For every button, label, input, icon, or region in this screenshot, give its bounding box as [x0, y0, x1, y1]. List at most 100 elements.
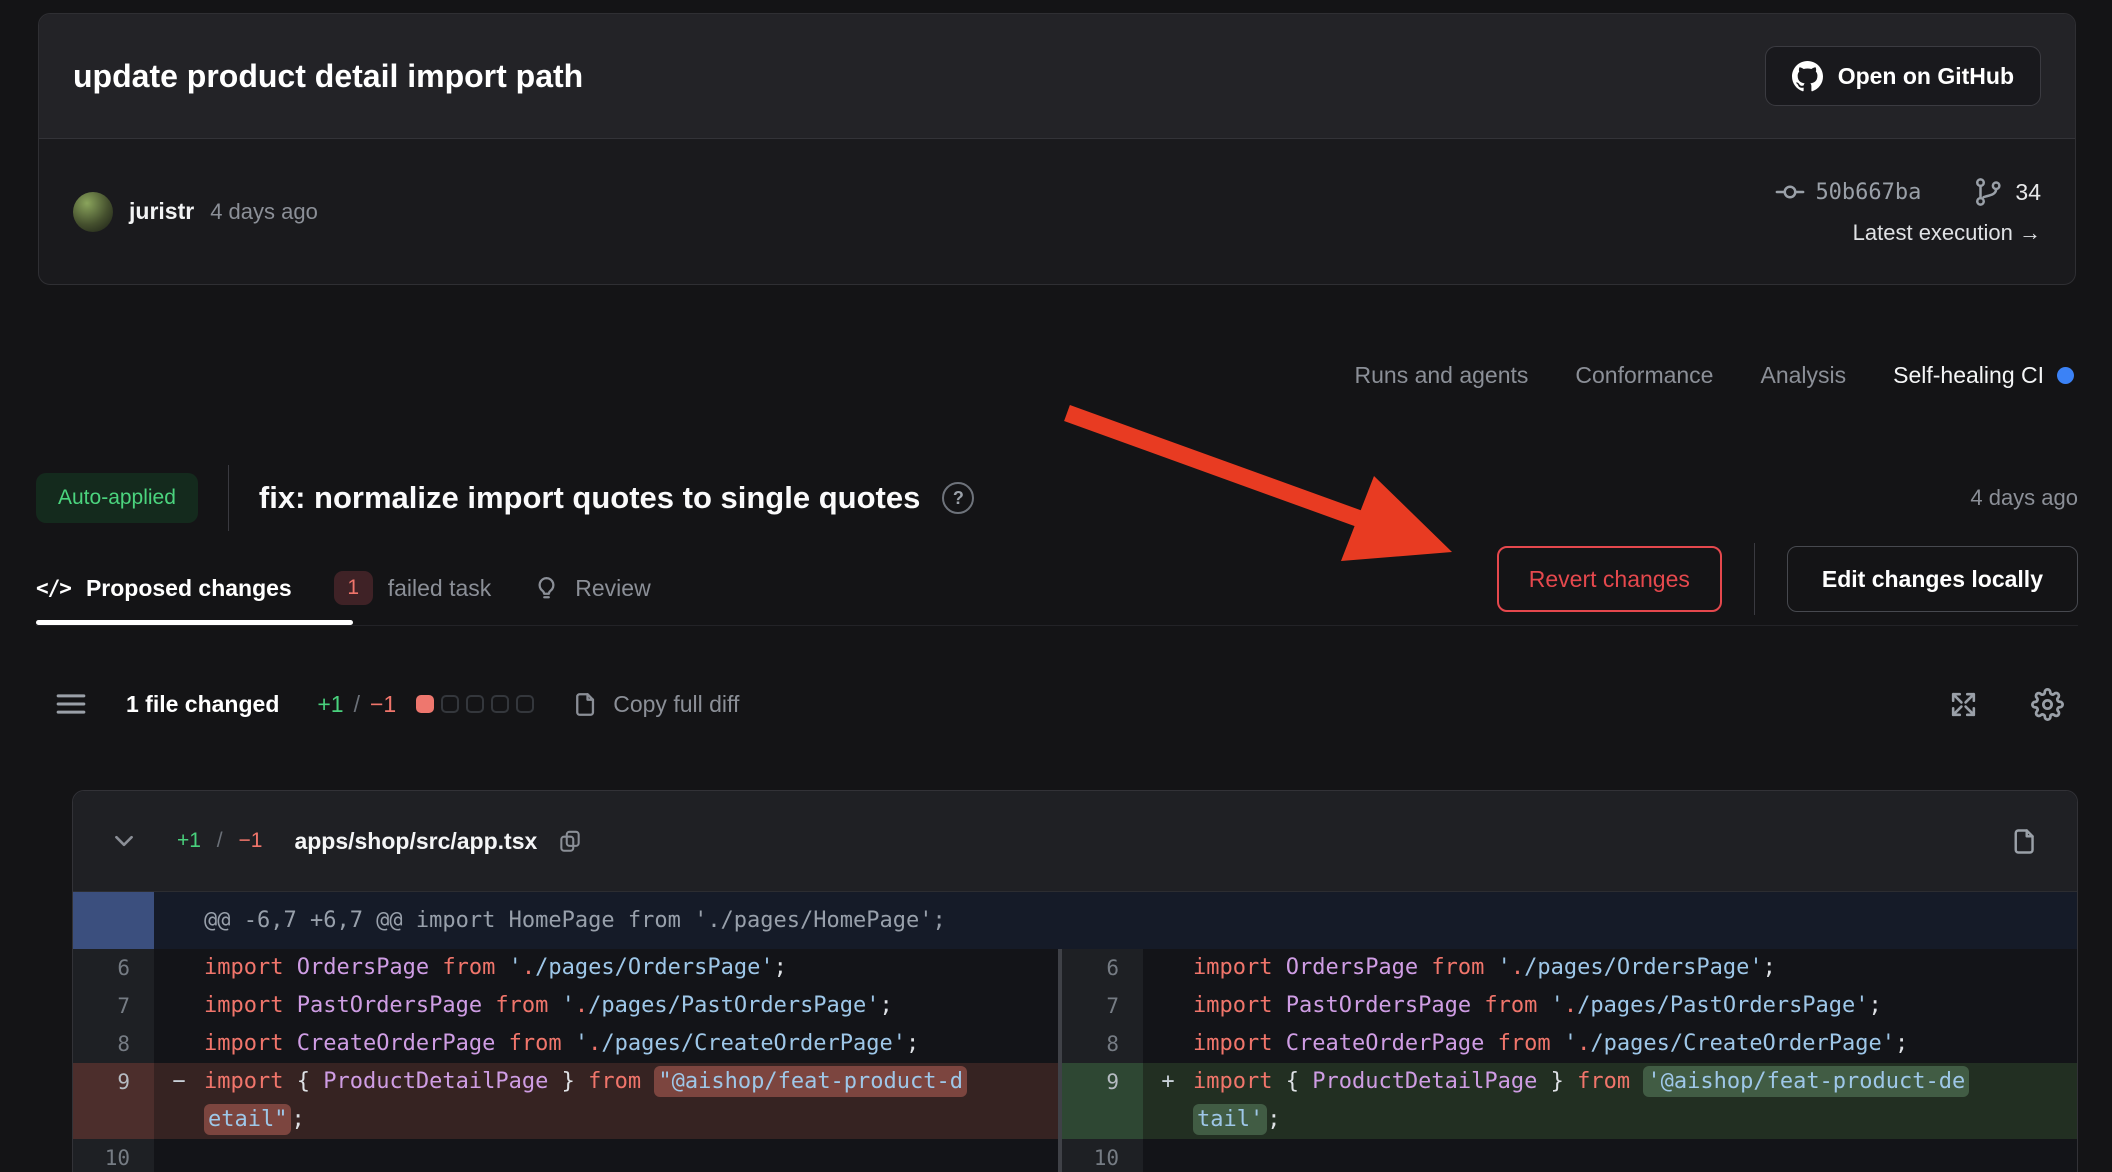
code-text: import CreateOrderPage from './pages/Cre… [204, 1025, 1058, 1063]
ratio-square [491, 695, 509, 713]
diff-file-card: +1 / −1 apps/shop/src/app.tsx @@ -6,7 +6… [72, 790, 2078, 1172]
copy-full-diff-button[interactable]: Copy full diff [570, 690, 739, 719]
diff-line-old-6: 6import OrdersPage from './pages/OrdersP… [73, 949, 1058, 987]
code-text: import CreateOrderPage from './pages/Cre… [1193, 1025, 2077, 1063]
diff-line-new-7: 7 import PastOrdersPage from './pages/Pas… [1062, 987, 2077, 1025]
diff-split-view: 6 import OrdersPage from './pages/OrdersP… [73, 949, 2077, 1172]
diff-line-old-9: 9−import { ProductDetailPage } from "@ai… [73, 1063, 1058, 1139]
diff-line-new-8: 8 import CreateOrderPage from './pages/Cr… [1062, 1025, 2077, 1063]
failed-count-badge: 1 [334, 571, 373, 605]
fix-tabs: </> Proposed changes 1 failed task Revie… [36, 556, 651, 620]
code-text: import { ProductDetailPage } from '@aish… [1193, 1063, 2077, 1139]
line-number: 6 [73, 949, 154, 987]
code-icon: </> [36, 576, 71, 600]
nav-item-analysis[interactable]: Analysis [1760, 362, 1846, 389]
diff-panel-new: 6 import OrdersPage from './pages/OrdersP… [1062, 949, 2077, 1172]
files-changed-label: 1 file changed [126, 691, 279, 718]
fix-time: 4 days ago [1970, 485, 2078, 511]
commit-author: juristr [129, 198, 194, 225]
gear-icon[interactable] [2031, 688, 2064, 721]
diff-line-old-8: 8 import CreateOrderPage from './pages/Cr… [73, 1025, 1058, 1063]
auto-applied-badge: Auto-applied [36, 473, 198, 523]
diff-line-old-7: 7 import PastOrdersPage from './pages/Pas… [73, 987, 1058, 1025]
help-icon[interactable]: ? [942, 482, 974, 514]
ratio-square [416, 695, 434, 713]
line-number: 9 [1062, 1063, 1143, 1139]
diff-line-new-6: 6 import OrdersPage from './pages/OrdersP… [1062, 949, 2077, 987]
hunk-header: @@ -6,7 +6,7 @@ import HomePage from './… [73, 892, 2077, 949]
ratio-square [466, 695, 484, 713]
avatar [73, 192, 113, 232]
code-text: import { ProductDetailPage } from "@aish… [204, 1063, 1058, 1139]
edit-changes-locally-button[interactable]: Edit changes locally [1787, 546, 2078, 612]
open-on-github-label: Open on GitHub [1838, 63, 2014, 90]
revert-changes-button[interactable]: Revert changes [1497, 546, 1722, 612]
line-number: 6 [1062, 949, 1143, 987]
file-list-menu-icon[interactable] [54, 690, 88, 718]
commit-card-body: juristr 4 days ago 50b667ba 34 Latest ex… [39, 139, 2075, 284]
diff-marker: + [1143, 1063, 1193, 1139]
lightbulb-icon [533, 575, 560, 602]
commit-hash[interactable]: 50b667ba [1815, 180, 1921, 205]
code-text: import OrdersPage from './pages/OrdersPa… [1193, 949, 2077, 987]
fix-title: fix: normalize import quotes to single q… [259, 480, 920, 516]
diff-marker [1143, 949, 1193, 987]
code-text [204, 1139, 1058, 1172]
ratio-square [516, 695, 534, 713]
diff-line-new-9: 9+import { ProductDetailPage } from '@ai… [1062, 1063, 2077, 1139]
commit-card-header: update product detail import path Open o… [39, 14, 2075, 139]
diff-marker [154, 1139, 204, 1172]
latest-execution-link[interactable]: Latest execution → [1853, 220, 2041, 246]
diff-marker [154, 1025, 204, 1063]
ratio-square [441, 695, 459, 713]
change-ratio-squares [416, 695, 534, 713]
open-on-github-button[interactable]: Open on GitHub [1765, 46, 2041, 106]
nav-item-runs-and-agents[interactable]: Runs and agents [1355, 362, 1529, 389]
chevron-down-icon[interactable] [111, 828, 137, 854]
diff-panel-old: 6import OrdersPage from './pages/OrdersP… [73, 949, 1058, 1172]
tab-proposed-changes[interactable]: </> Proposed changes [36, 575, 292, 602]
diff-marker: − [154, 1063, 204, 1139]
divider [228, 465, 229, 531]
deletions-count: −1 [370, 691, 396, 718]
line-number: 8 [73, 1025, 154, 1063]
code-text: import PastOrdersPage from './pages/Past… [1193, 987, 2077, 1025]
line-number: 9 [73, 1063, 154, 1139]
branch-count[interactable]: 34 [2015, 179, 2041, 206]
nav-item-conformance[interactable]: Conformance [1575, 362, 1713, 389]
line-number: 7 [73, 987, 154, 1025]
expand-icon[interactable] [1948, 689, 1979, 720]
hunk-header-text: @@ -6,7 +6,7 @@ import HomePage from './… [204, 908, 946, 933]
copy-filename-icon[interactable] [557, 828, 583, 854]
fix-actions: Revert changes Edit changes locally [1497, 543, 2078, 615]
tabs-divider [36, 625, 2078, 626]
line-number: 10 [73, 1139, 154, 1172]
line-number: 10 [1062, 1139, 1143, 1172]
diff-marker [1143, 1139, 1193, 1172]
additions-count: +1 [317, 691, 343, 718]
nav-item-self-healing-ci[interactable]: Self-healing CI [1893, 362, 2074, 389]
diff-marker [154, 987, 204, 1025]
copy-file-diff-icon[interactable] [2008, 826, 2039, 857]
diff-filename: apps/shop/src/app.tsx [294, 828, 537, 855]
tab-failed-task[interactable]: 1 failed task [334, 571, 492, 605]
commit-card: update product detail import path Open o… [38, 13, 2076, 285]
divider [1754, 543, 1755, 615]
code-text [1193, 1139, 2077, 1172]
diff-marker [1143, 987, 1193, 1025]
tab-review[interactable]: Review [533, 575, 650, 602]
top-nav: Runs and agents Conformance Analysis Sel… [1355, 352, 2075, 398]
diff-marker [154, 949, 204, 987]
active-nav-dot [2057, 367, 2074, 384]
line-number: 7 [1062, 987, 1143, 1025]
clipboard-icon [570, 690, 599, 719]
commit-icon [1775, 177, 1805, 207]
line-number: 8 [1062, 1025, 1143, 1063]
commit-time: 4 days ago [210, 199, 318, 225]
diff-file-header: +1 / −1 apps/shop/src/app.tsx [73, 791, 2077, 892]
commit-title: update product detail import path [73, 58, 583, 95]
diff-marker [1143, 1025, 1193, 1063]
hunk-gutter-block [73, 892, 154, 949]
github-icon [1792, 61, 1823, 92]
code-text: import PastOrdersPage from './pages/Past… [204, 987, 1058, 1025]
